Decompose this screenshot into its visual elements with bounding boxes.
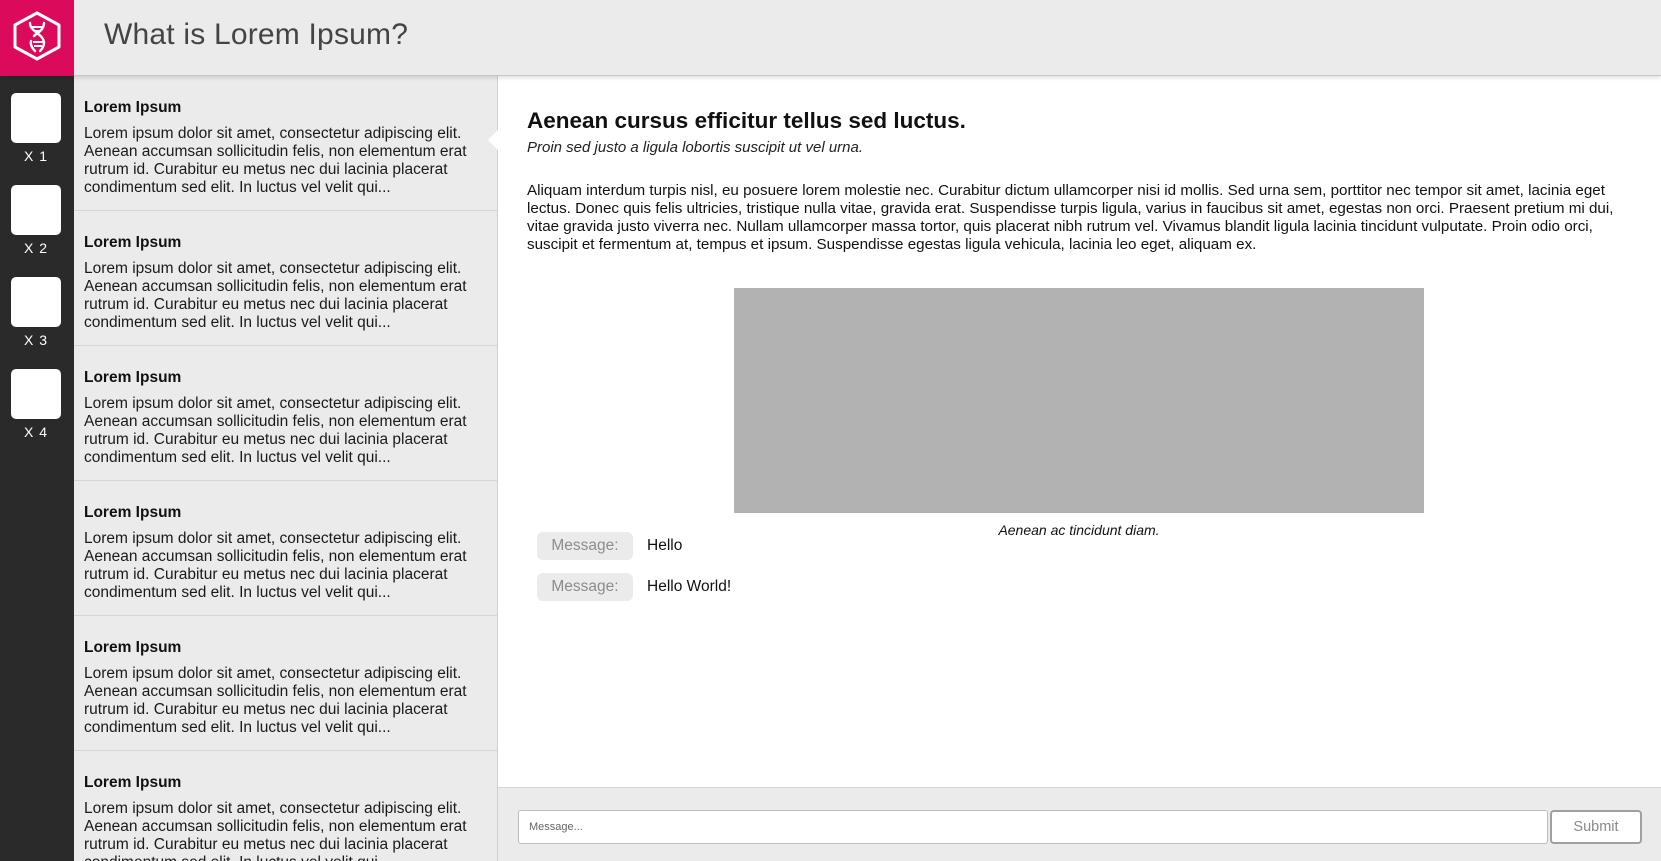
list-item[interactable]: Lorem Ipsum Lorem ipsum dolor sit amet, … [74,346,497,481]
message-composer: Submit [498,787,1661,861]
list-item-title: Lorem Ipsum [84,369,182,386]
article-subtitle: Proin sed justo a ligula lobortis suscip… [527,139,864,156]
article-view: Aenean cursus efficitur tellus sed luctu… [498,76,1661,787]
rail-item-x2[interactable]: X 2 [11,185,63,256]
page-title: What is Lorem Ipsum? [104,18,409,51]
message-text: Hello World! [647,578,732,595]
list-item-excerpt: Lorem ipsum dolor sit amet, consectetur … [84,395,467,466]
rail-item-label: X 2 [23,240,48,256]
list-item[interactable]: Lorem Ipsum Lorem ipsum dolor sit amet, … [74,751,497,861]
list-item[interactable]: Lorem Ipsum Lorem ipsum dolor sit amet, … [74,481,497,616]
article-image [734,288,1424,513]
message-label-badge: Message: [537,532,633,560]
rail-item-x3[interactable]: X 3 [11,277,63,348]
app-header: What is Lorem Ipsum? [0,0,1661,76]
message-text: Hello [647,537,683,554]
list-item-title: Lorem Ipsum [84,99,182,116]
rail-item-label: X 1 [23,148,48,164]
submit-button[interactable]: Submit [1550,810,1642,844]
list-item-excerpt: Lorem ipsum dolor sit amet, consectetur … [84,800,467,861]
message-label-badge: Message: [537,573,633,601]
list-item-excerpt: Lorem ipsum dolor sit amet, consectetur … [84,260,467,331]
rail-item-x4[interactable]: X 4 [11,369,63,440]
list-item-title: Lorem Ipsum [84,774,182,791]
list-item[interactable]: Lorem Ipsum Lorem ipsum dolor sit amet, … [74,211,497,346]
rail-item-label: X 3 [23,332,48,348]
article-title: Aenean cursus efficitur tellus sed luctu… [527,108,966,133]
message-input[interactable] [518,810,1548,844]
rail-item-label: X 4 [23,424,48,440]
rail-tile[interactable] [11,277,61,327]
rail-tile[interactable] [11,185,61,235]
article-list[interactable]: Lorem Ipsum Lorem ipsum dolor sit amet, … [74,76,498,861]
selected-item-pointer [488,130,498,150]
rail-tile[interactable] [11,369,61,419]
dna-hexagon-logo-icon [11,8,63,69]
list-item-excerpt: Lorem ipsum dolor sit amet, consectetur … [84,530,467,601]
list-item-title: Lorem Ipsum [84,639,182,656]
logo[interactable] [0,0,74,76]
message-row: Message: Hello [537,532,682,560]
list-item-excerpt: Lorem ipsum dolor sit amet, consectetur … [84,125,467,196]
list-item-title: Lorem Ipsum [84,234,182,251]
sidebar-rail: X 1 X 2 X 3 X 4 [0,76,74,861]
figure-caption: Aenean ac tincidunt diam. [998,522,1160,538]
list-item[interactable]: Lorem Ipsum Lorem ipsum dolor sit amet, … [74,76,497,211]
article-body: Aliquam interdum turpis nisl, eu posuere… [527,182,1614,253]
rail-tile[interactable] [11,93,61,143]
list-item-excerpt: Lorem ipsum dolor sit amet, consectetur … [84,665,467,736]
list-item[interactable]: Lorem Ipsum Lorem ipsum dolor sit amet, … [74,616,497,751]
list-item-title: Lorem Ipsum [84,504,182,521]
rail-item-x1[interactable]: X 1 [11,93,63,164]
message-row: Message: Hello World! [537,573,731,601]
